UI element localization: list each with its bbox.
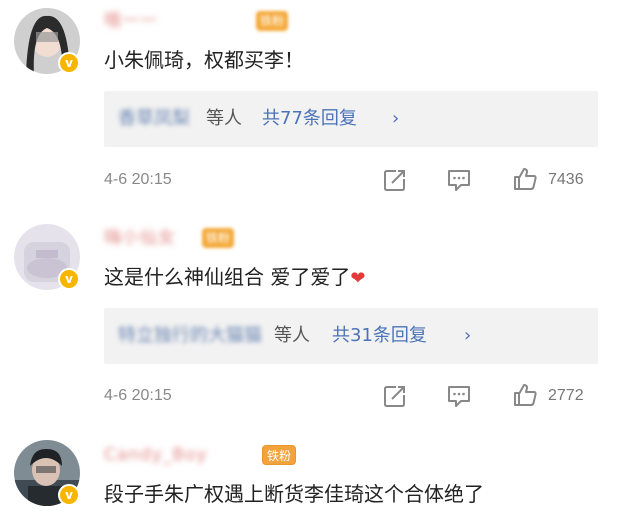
reply-etc-label: 等人 — [206, 108, 242, 129]
like-icon[interactable] — [512, 382, 538, 408]
reply-preview[interactable]: 特立独行的大猫猫 等人 共31条回复 › — [104, 308, 598, 364]
verified-badge-icon: v — [58, 484, 80, 506]
reply-names: 特立独行的大猫猫 — [118, 325, 262, 346]
reply-names: 香草凤梨 — [118, 108, 190, 129]
fan-badge: 铁粉 — [202, 228, 235, 248]
comment-text: 段子手朱广权遇上断货李佳琦这个合体绝了 — [104, 482, 484, 506]
comment-text: 这是什么神仙组合 爱了爱了❤ — [104, 263, 365, 293]
reply-etc-label: 等人 — [274, 325, 310, 346]
share-icon[interactable] — [382, 383, 408, 409]
comment-icon[interactable] — [446, 383, 472, 409]
fan-badge: 铁粉 — [256, 11, 289, 31]
fan-badge: 铁粉 — [262, 445, 297, 465]
chevron-right-icon: › — [392, 108, 400, 129]
like-count: 2772 — [548, 387, 584, 404]
timestamp: 4-6 20:15 — [104, 387, 172, 404]
verified-badge-icon: v — [58, 268, 80, 290]
reply-count-link[interactable]: 共77条回复 — [262, 106, 357, 132]
comment-text: 小朱佩琦，权都买李！ — [104, 48, 304, 72]
heart-icon: ❤ — [350, 268, 366, 289]
like-icon[interactable] — [512, 166, 538, 192]
comment-icon[interactable] — [446, 167, 472, 193]
reply-count-link[interactable]: 共31条回复 — [332, 323, 427, 349]
chevron-right-icon: › — [464, 325, 472, 346]
share-icon[interactable] — [382, 167, 408, 193]
comment-text-body: 这是什么神仙组合 爱了爱了 — [104, 265, 351, 289]
verified-badge-icon: v — [58, 52, 80, 74]
like-count: 7436 — [548, 171, 584, 188]
timestamp: 4-6 20:15 — [104, 171, 172, 188]
username[interactable]: 哦一一 — [104, 10, 244, 32]
username[interactable]: 嗨小仙女 — [104, 227, 190, 249]
username[interactable]: Candy_Boy — [104, 444, 254, 466]
reply-preview[interactable]: 香草凤梨 等人 共77条回复 › — [104, 91, 598, 147]
